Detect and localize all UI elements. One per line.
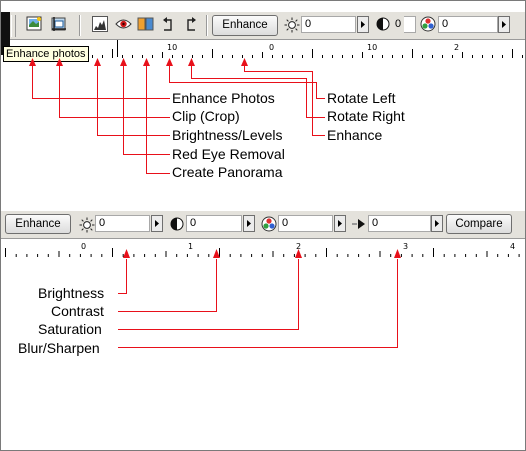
arrow-head [120,58,127,66]
arrow-head [295,249,302,258]
arrow-head [188,58,195,66]
line-blur-sharpen [118,259,398,348]
arrow-head [94,58,101,66]
line-saturation [118,259,299,330]
arrow-head [29,58,36,66]
arrow-head [123,249,130,258]
line-clip-crop [59,65,170,118]
line-brightness-levels [97,65,170,136]
arrow-head [56,58,63,66]
line-enhance-photos [32,65,170,99]
line-panorama [146,65,170,174]
arrow-head [394,249,401,258]
arrow-head [166,58,173,66]
line-enhance [244,65,325,136]
arrow-head [213,249,220,258]
arrow-head [241,58,248,66]
line-rotate-left [169,65,325,99]
line-rotate-right [191,65,325,118]
callout-lines [29,58,401,348]
line-contrast [118,259,217,312]
line-brightness [118,259,127,294]
arrow-head [143,58,150,66]
